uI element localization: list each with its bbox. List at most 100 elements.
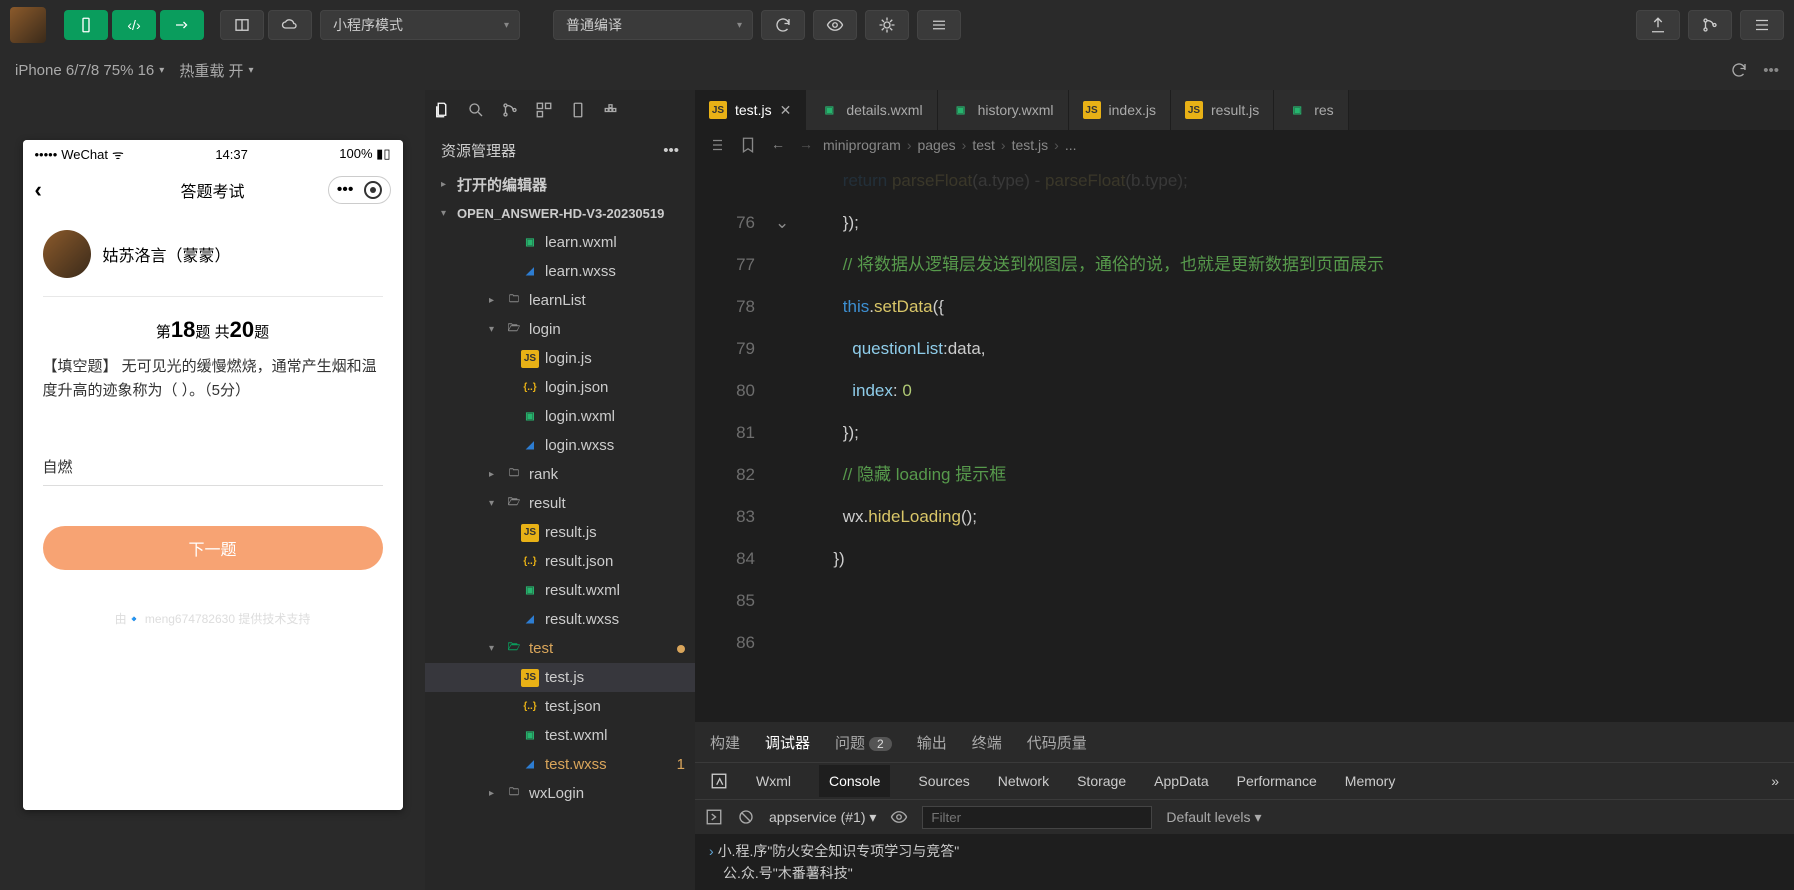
project-avatar	[10, 7, 46, 43]
tab-test.js[interactable]: JStest.js✕	[695, 90, 806, 130]
file-test.js[interactable]: JStest.js	[425, 663, 695, 692]
file-test.json[interactable]: {..}test.json	[425, 692, 695, 721]
log-levels-select[interactable]: Default levels ▾	[1166, 809, 1261, 826]
file-learn.wxml[interactable]: ▣learn.wxml	[425, 228, 695, 257]
editor-area: JStest.js✕▣details.wxml▣history.wxmlJSin…	[695, 90, 1794, 890]
breadcrumb-miniprogram[interactable]: miniprogram	[823, 137, 901, 153]
next-button[interactable]: 下一题	[43, 526, 383, 570]
device-icon[interactable]	[569, 101, 587, 119]
file-login.js[interactable]: JSlogin.js	[425, 344, 695, 373]
docker-icon[interactable]	[603, 101, 621, 119]
breadcrumb-test.js[interactable]: test.js	[1012, 137, 1049, 153]
context-select[interactable]: appservice (#1) ▾	[769, 809, 876, 826]
user-avatar	[43, 230, 91, 278]
git-icon[interactable]	[501, 101, 519, 119]
tab-history.wxml[interactable]: ▣history.wxml	[938, 90, 1069, 130]
devtab-调试器[interactable]: 调试器	[765, 732, 810, 753]
code-editor[interactable]: 7677787980818283848586 ⌄ return parseFlo…	[695, 160, 1794, 722]
devtools-sub-tabs: Wxml Console Sources Network Storage AppData P…	[695, 762, 1794, 800]
file-learn.wxss[interactable]: ◢learn.wxss	[425, 257, 695, 286]
search-icon[interactable]	[467, 101, 485, 119]
devtab-问题[interactable]: 问题2	[835, 732, 892, 753]
file-wxLogin[interactable]: ▸🗀wxLogin	[425, 779, 695, 808]
breadcrumb-test[interactable]: test	[972, 137, 995, 153]
mode-select[interactable]: 小程序模式	[320, 10, 520, 40]
inspect-icon[interactable]	[710, 772, 728, 790]
file-test[interactable]: ▾🗁test	[425, 634, 695, 663]
more-icon[interactable]: •••	[1763, 62, 1779, 79]
devtab-输出[interactable]: 输出	[917, 732, 947, 753]
console-filter-input[interactable]	[922, 806, 1152, 829]
devtools-panel-tabs: 构建 调试器 问题2 输出 终端 代码质量	[695, 722, 1794, 762]
file-result.wxml[interactable]: ▣result.wxml	[425, 576, 695, 605]
upload-button[interactable]	[1636, 10, 1680, 40]
subtab-AppData[interactable]: AppData	[1154, 773, 1208, 789]
subtab-Wxml[interactable]: Wxml	[756, 773, 791, 789]
answer-input[interactable]: 自燃	[43, 448, 383, 486]
file-test.wxml[interactable]: ▣test.wxml	[425, 721, 695, 750]
console-run-icon[interactable]	[705, 808, 723, 826]
file-result.js[interactable]: JSresult.js	[425, 518, 695, 547]
close-tab-icon[interactable]: ✕	[780, 102, 792, 119]
device-select[interactable]: iPhone 6/7/8 75% 16	[15, 62, 164, 79]
rotate-icon[interactable]	[1730, 61, 1748, 79]
breadcrumb: ← → miniprogram›pages›test›test.js›...	[695, 130, 1794, 160]
subtab-Memory[interactable]: Memory	[1345, 773, 1396, 789]
editor-toggle-button[interactable]: ‹/›	[112, 10, 156, 40]
file-login.wxss[interactable]: ◢login.wxss	[425, 431, 695, 460]
explorer-sidebar: 资源管理器 ••• ▸打开的编辑器 ▾OPEN_ANSWER-HD-V3-202…	[425, 90, 695, 890]
list-icon[interactable]	[707, 136, 725, 154]
subtab-Console[interactable]: Console	[819, 765, 890, 797]
subtab-Sources[interactable]: Sources	[918, 773, 969, 789]
version-button[interactable]	[1688, 10, 1732, 40]
compile-select[interactable]: 普通编译	[553, 10, 753, 40]
file-learnList[interactable]: ▸🗀learnList	[425, 286, 695, 315]
tab-index.js[interactable]: JSindex.js	[1069, 90, 1171, 130]
page-title: 答题考试	[180, 178, 244, 202]
breadcrumb-pages[interactable]: pages	[917, 137, 955, 153]
files-icon[interactable]	[433, 101, 451, 119]
devtab-构建[interactable]: 构建	[710, 732, 740, 753]
refresh-button[interactable]	[761, 10, 805, 40]
file-result[interactable]: ▾🗁result	[425, 489, 695, 518]
details-button[interactable]	[1740, 10, 1784, 40]
clear-cache-button[interactable]	[917, 10, 961, 40]
hot-reload-toggle[interactable]: 热重载 开	[179, 60, 253, 81]
console-clear-icon[interactable]	[737, 808, 755, 826]
capsule-close-icon[interactable]	[364, 181, 382, 199]
explorer-more-icon[interactable]: •••	[663, 142, 679, 159]
subtab-Storage[interactable]: Storage	[1077, 773, 1126, 789]
subtab-Network[interactable]: Network	[998, 773, 1049, 789]
file-login.json[interactable]: {..}login.json	[425, 373, 695, 402]
cloud-button[interactable]	[268, 10, 312, 40]
eye-icon[interactable]	[890, 808, 908, 826]
devtab-终端[interactable]: 终端	[972, 732, 1002, 753]
subtab-Performance[interactable]: Performance	[1237, 773, 1317, 789]
file-test.wxss[interactable]: ◢test.wxss1	[425, 750, 695, 779]
tab-res[interactable]: ▣res	[1274, 90, 1348, 130]
nav-back-icon[interactable]: ←	[771, 136, 785, 154]
layout-button[interactable]	[220, 10, 264, 40]
tab-details.wxml[interactable]: ▣details.wxml	[806, 90, 937, 130]
menu-dots-icon[interactable]: •••	[337, 181, 354, 199]
remote-debug-button[interactable]	[865, 10, 909, 40]
bookmark-icon[interactable]	[739, 136, 757, 154]
opened-editors-section[interactable]: ▸打开的编辑器	[425, 170, 695, 199]
file-result.wxss[interactable]: ◢result.wxss	[425, 605, 695, 634]
breadcrumb-...[interactable]: ...	[1065, 137, 1077, 153]
file-login[interactable]: ▾🗁login	[425, 315, 695, 344]
capsule-menu[interactable]: •••	[328, 176, 391, 204]
back-icon[interactable]: ‹	[35, 177, 42, 203]
file-login.wxml[interactable]: ▣login.wxml	[425, 402, 695, 431]
more-tabs-icon[interactable]: »	[1771, 773, 1779, 789]
devtab-代码质量[interactable]: 代码质量	[1027, 732, 1087, 753]
file-rank[interactable]: ▸🗀rank	[425, 460, 695, 489]
debug-toggle-button[interactable]	[160, 10, 204, 40]
project-root[interactable]: ▾OPEN_ANSWER-HD-V3-20230519	[425, 199, 695, 228]
file-result.json[interactable]: {..}result.json	[425, 547, 695, 576]
simulator-toggle-button[interactable]	[64, 10, 108, 40]
tab-result.js[interactable]: JSresult.js	[1171, 90, 1274, 130]
preview-button[interactable]	[813, 10, 857, 40]
carrier-label: WeChat	[61, 147, 108, 162]
extensions-icon[interactable]	[535, 101, 553, 119]
